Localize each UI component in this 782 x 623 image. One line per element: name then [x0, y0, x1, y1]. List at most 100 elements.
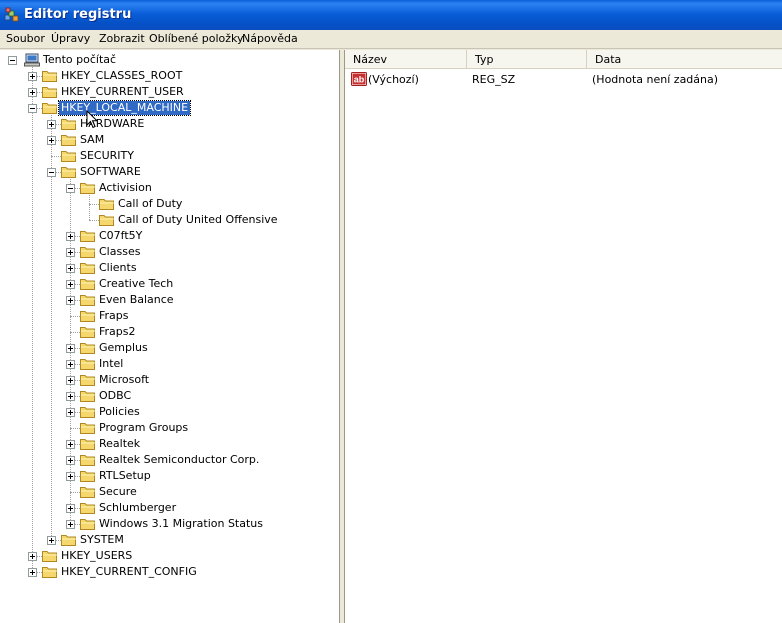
tree-node-label[interactable]: SECURITY [78, 149, 136, 163]
tree-node[interactable]: Clients [0, 260, 339, 276]
tree-node[interactable]: SYSTEM [0, 532, 339, 548]
tree-node-label[interactable]: Intel [97, 357, 125, 371]
tree-node-label[interactable]: Tento počítač [41, 53, 118, 67]
tree-node-label[interactable]: Clients [97, 261, 139, 275]
expand-icon[interactable] [66, 440, 75, 449]
tree-node[interactable]: Program Groups [0, 420, 339, 436]
tree-node[interactable]: C07ft5Y [0, 228, 339, 244]
tree-node[interactable]: Microsoft [0, 372, 339, 388]
tree-node[interactable]: HARDWARE [0, 116, 339, 132]
expand-icon[interactable] [66, 344, 75, 353]
tree-node-label[interactable]: Realtek Semiconductor Corp. [97, 453, 261, 467]
tree-node[interactable]: SOFTWARE [0, 164, 339, 180]
tree-node-label[interactable]: Call of Duty United Offensive [116, 213, 280, 227]
tree-node-label[interactable]: Fraps [97, 309, 131, 323]
tree-node[interactable]: Classes [0, 244, 339, 260]
expand-icon[interactable] [28, 568, 37, 577]
list-item[interactable]: ab (Výchozí) REG_SZ (Hodnota není zadána… [345, 71, 782, 89]
tree-node[interactable]: Fraps2 [0, 324, 339, 340]
tree-node-label[interactable]: HKEY_LOCAL_MACHINE [57, 100, 192, 116]
tree-node[interactable]: HKEY_CURRENT_CONFIG [0, 564, 339, 580]
tree-node-label[interactable]: Even Balance [97, 293, 176, 307]
tree-node[interactable]: Call of Duty [0, 196, 339, 212]
tree-node-label[interactable]: HKEY_USERS [59, 549, 134, 563]
tree-node[interactable]: ODBC [0, 388, 339, 404]
tree-node[interactable]: Creative Tech [0, 276, 339, 292]
tree-node-label[interactable]: ODBC [97, 389, 133, 403]
collapse-icon[interactable] [28, 104, 37, 113]
tree-node[interactable]: HKEY_USERS [0, 548, 339, 564]
expand-icon[interactable] [66, 248, 75, 257]
expand-icon[interactable] [66, 408, 75, 417]
expand-icon[interactable] [47, 536, 56, 545]
expand-icon[interactable] [66, 504, 75, 513]
tree-node[interactable]: Schlumberger [0, 500, 339, 516]
tree-node-label[interactable]: SYSTEM [78, 533, 126, 547]
title-bar[interactable]: Editor registru [0, 0, 782, 30]
tree-node-label[interactable]: Call of Duty [116, 197, 184, 211]
expand-icon[interactable] [66, 280, 75, 289]
expand-icon[interactable] [66, 360, 75, 369]
tree-node-label[interactable]: Secure [97, 485, 139, 499]
tree-node-label[interactable]: Windows 3.1 Migration Status [97, 517, 265, 531]
tree-node[interactable]: Windows 3.1 Migration Status [0, 516, 339, 532]
expand-icon[interactable] [47, 136, 56, 145]
column-header-type[interactable]: Typ [467, 50, 587, 69]
column-header-name[interactable]: Název [345, 50, 467, 69]
expand-icon[interactable] [47, 120, 56, 129]
tree-node[interactable]: HKEY_LOCAL_MACHINE [0, 100, 339, 116]
tree-node-label[interactable]: Gemplus [97, 341, 150, 355]
menu-item[interactable]: Úpravy [51, 32, 90, 45]
tree-node-label[interactable]: Schlumberger [97, 501, 178, 515]
tree-node-label[interactable]: HKEY_CLASSES_ROOT [59, 69, 184, 83]
tree-node[interactable]: Tento počítač [0, 52, 339, 68]
tree-node[interactable]: Activision [0, 180, 339, 196]
values-list[interactable]: Název Typ Data ab (Výchozí) REG_SZ (Hodn… [344, 50, 782, 623]
expand-icon[interactable] [66, 456, 75, 465]
tree-node-label[interactable]: C07ft5Y [97, 229, 144, 243]
tree-node[interactable]: Secure [0, 484, 339, 500]
tree-node-label[interactable]: HKEY_CURRENT_CONFIG [59, 565, 199, 579]
tree-node[interactable]: Fraps [0, 308, 339, 324]
menu-item[interactable]: Oblíbené položky [149, 32, 244, 45]
expand-icon[interactable] [66, 472, 75, 481]
tree-node-label[interactable]: Fraps2 [97, 325, 138, 339]
tree-node[interactable]: RTLSetup [0, 468, 339, 484]
key-tree[interactable]: Tento počítač HKEY_CLASSES_ROOT HKEY_CURRE… [0, 50, 340, 623]
column-header-data[interactable]: Data [587, 50, 782, 69]
tree-node[interactable]: Gemplus [0, 340, 339, 356]
tree-node-label[interactable]: SOFTWARE [78, 165, 143, 179]
tree-node-label[interactable]: Activision [97, 181, 154, 195]
tree-node[interactable]: HKEY_CLASSES_ROOT [0, 68, 339, 84]
tree-node[interactable]: Call of Duty United Offensive [0, 212, 339, 228]
expand-icon[interactable] [66, 296, 75, 305]
menu-item[interactable]: Nápověda [242, 32, 298, 45]
menu-item[interactable]: Soubor [6, 32, 45, 45]
collapse-icon[interactable] [47, 168, 56, 177]
tree-node-label[interactable]: HKEY_CURRENT_USER [59, 85, 186, 99]
tree-node-label[interactable]: RTLSetup [97, 469, 153, 483]
tree-node-label[interactable]: SAM [78, 133, 106, 147]
expand-icon[interactable] [28, 552, 37, 561]
expand-icon[interactable] [66, 264, 75, 273]
menu-item[interactable]: Zobrazit [99, 32, 145, 45]
expand-icon[interactable] [66, 376, 75, 385]
expand-icon[interactable] [28, 72, 37, 81]
tree-node[interactable]: SECURITY [0, 148, 339, 164]
tree-node[interactable]: HKEY_CURRENT_USER [0, 84, 339, 100]
tree-node[interactable]: Even Balance [0, 292, 339, 308]
tree-node[interactable]: Realtek Semiconductor Corp. [0, 452, 339, 468]
collapse-icon[interactable] [8, 56, 17, 65]
tree-node[interactable]: Policies [0, 404, 339, 420]
collapse-icon[interactable] [66, 184, 75, 193]
tree-node-label[interactable]: Realtek [97, 437, 142, 451]
expand-icon[interactable] [66, 232, 75, 241]
expand-icon[interactable] [66, 392, 75, 401]
expand-icon[interactable] [28, 88, 37, 97]
tree-node-label[interactable]: Classes [97, 245, 142, 259]
tree-node-label[interactable]: Program Groups [97, 421, 190, 435]
tree-node-label[interactable]: Microsoft [97, 373, 151, 387]
tree-node-label[interactable]: HARDWARE [78, 117, 146, 131]
expand-icon[interactable] [66, 520, 75, 529]
tree-node[interactable]: SAM [0, 132, 339, 148]
